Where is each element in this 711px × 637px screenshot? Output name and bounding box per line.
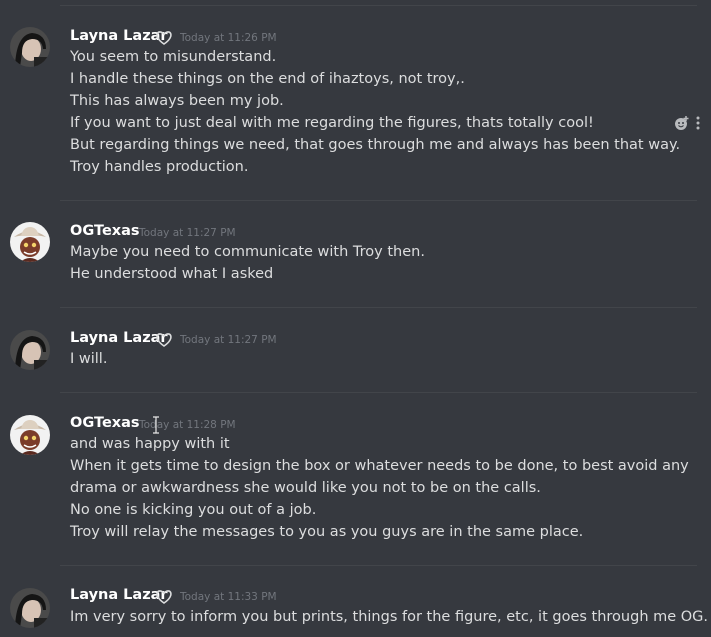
message-divider [60,200,697,201]
message-text: When it gets time to design the box or w… [70,458,689,474]
timestamp: Today at 11:27 PM [180,334,277,346]
message-text: Im very sorry to inform you but prints, … [70,609,709,625]
message-text: Maybe you need to communicate with Troy … [70,244,425,260]
top-divider [60,5,697,6]
username[interactable]: OGTexas [70,415,140,431]
avatar[interactable] [10,330,50,370]
message-hover-actions [674,114,704,132]
text-cursor-icon [153,416,159,434]
username[interactable]: Layna Lazar [70,28,168,44]
avatar[interactable] [10,27,50,67]
message-text: Troy will relay the messages to you as y… [70,524,584,540]
timestamp: Today at 11:27 PM [139,227,236,239]
message-text: You seem to misunderstand. [70,49,277,65]
heart-badge-icon [156,333,172,347]
message-text: Troy handles production. [70,159,249,175]
heart-badge-icon [156,31,172,45]
message-text: I will. [70,351,108,367]
timestamp: Today at 11:33 PM [180,591,277,603]
timestamp: Today at 11:26 PM [180,32,277,44]
message-text: But regarding things we need, that goes … [70,137,681,153]
message-text: No one is kicking you out of a job. [70,502,317,518]
message-divider [60,392,697,393]
avatar[interactable] [10,222,50,262]
message-text: I handle these things on the end of ihaz… [70,71,465,87]
message-text: and was happy with it [70,436,230,452]
avatar[interactable] [10,588,50,628]
message-divider [60,565,697,566]
message-text: This has always been my job. [70,93,284,109]
heart-badge-icon [156,590,172,604]
add-reaction-icon[interactable] [674,115,690,131]
username[interactable]: Layna Lazar [70,587,168,603]
message-text: If you want to just deal with me regardi… [70,115,594,131]
message-text: drama or awkwardness she would like you … [70,480,541,496]
more-options-icon[interactable] [695,115,701,131]
username[interactable]: OGTexas [70,223,140,239]
message-divider [60,307,697,308]
avatar[interactable] [10,415,50,455]
username[interactable]: Layna Lazar [70,330,168,346]
message-text: He understood what I asked [70,266,274,282]
